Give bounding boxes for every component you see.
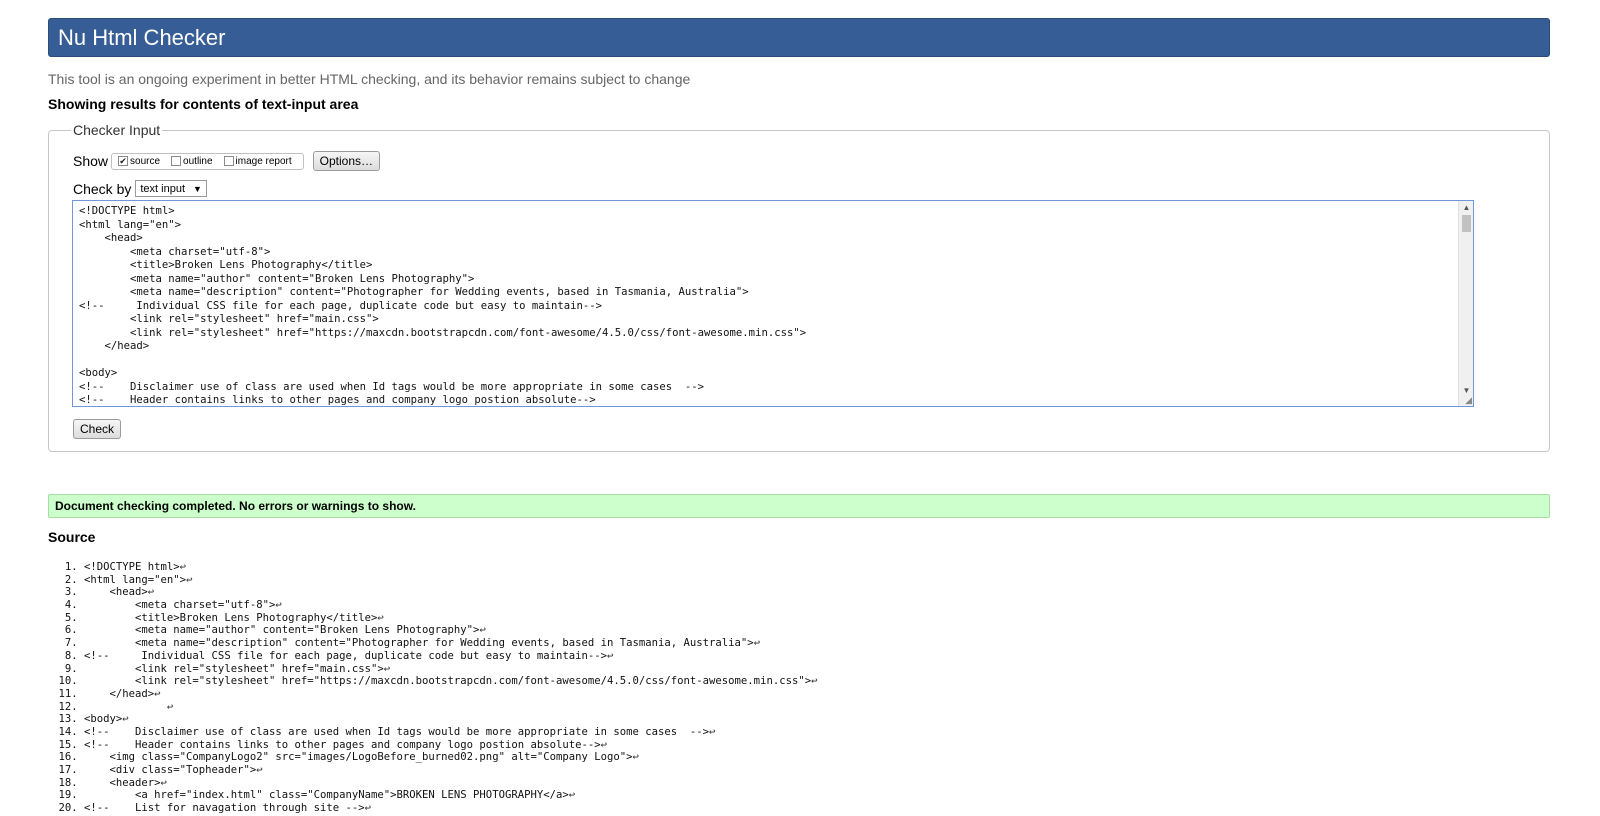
line-end-icon: ↩ [154,687,161,700]
source-line-text: <!-- Disclaimer use of class are used wh… [84,725,710,738]
dropdown-arrow-icon: ▼ [193,183,202,194]
image-report-checkbox[interactable] [223,156,234,166]
source-line: <a href="index.html" class="CompanyName"… [84,789,817,802]
options-button[interactable]: Options… [312,151,381,171]
line-end-icon: ↩ [811,675,818,688]
source-line: <!-- Disclaimer use of class are used wh… [84,726,817,739]
results-heading: Showing results for contents of text-inp… [48,96,359,112]
source-line-text: <meta charset="utf-8"> [84,599,276,612]
line-end-icon: ↩ [753,637,761,650]
tool-notice: This tool is an ongoing experiment in be… [48,71,691,87]
page-title: Nu Html Checker [58,25,226,50]
source-line-text: <img class="CompanyLogo2" src="images/Lo… [84,751,633,764]
source-line: <!-- Individual CSS file for each page, … [84,650,817,663]
source-line: <img class="CompanyLogo2" src="images/Lo… [84,751,817,764]
resize-grip-icon[interactable]: ◢ [1465,396,1472,405]
source-heading: Source [48,529,96,545]
textarea-content[interactable]: <!DOCTYPE html> <html lang="en"> <head> … [73,201,1473,406]
source-line: <title>Broken Lens Photography</title>↩ [84,612,817,625]
source-line: <header>↩ [84,777,817,790]
source-line-text: <a href="index.html" class="CompanyName"… [84,789,569,802]
source-line-text: <!-- Individual CSS file for each page, … [84,649,607,662]
source-line: <div class="Topheader">↩ [84,764,817,777]
source-line-text: <header> [84,776,161,789]
source-checkbox[interactable]: ✔ [118,156,129,166]
line-end-icon: ↩ [179,561,187,573]
show-options-row: Show ✔ source outline image report Optio… [73,150,381,172]
line-end-icon: ↩ [275,599,282,612]
source-line-text: <!DOCTYPE html> [84,561,180,573]
source-line-text: <html lang="en"> [84,573,187,586]
scrollbar-thumb[interactable] [1462,215,1471,232]
checker-input-legend: Checker Input [73,122,161,138]
scroll-up-arrow-icon[interactable]: ▲ [1459,201,1473,215]
source-line: <meta charset="utf-8">↩ [84,599,817,612]
source-line-text: <link rel="stylesheet" href="main.css"> [84,662,384,675]
line-end-icon: ↩ [383,662,391,675]
line-end-icon: ↩ [186,573,193,586]
source-textarea[interactable]: <!DOCTYPE html> <html lang="en"> <head> … [72,200,1474,407]
source-line-text [84,701,167,713]
line-end-icon: ↩ [160,776,167,789]
source-line-text: <!-- Header contains links to other page… [84,738,601,751]
outline-checkbox[interactable] [171,156,182,166]
show-options-group: ✔ source outline image report [111,152,304,170]
source-line-text: </head> [84,687,155,700]
line-end-icon: ↩ [632,751,639,764]
source-line-text: <link rel="stylesheet" href="https://max… [84,675,812,688]
source-line-text: <body> [84,713,123,726]
source-line-text: <head> [84,586,148,599]
check-by-select[interactable]: text input ▼ [135,180,207,197]
check-by-row: Check by text input ▼ [73,180,207,197]
page-title-bar: Nu Html Checker [48,18,1550,57]
line-end-icon: ↩ [607,649,614,662]
source-line: <head>↩ [84,586,817,599]
line-end-icon: ↩ [122,713,129,726]
source-line-text: <meta name="description" content="Photog… [84,637,754,650]
source-line-text: <!-- List for navagation through site --… [84,802,365,815]
line-end-icon: ↩ [600,738,608,751]
line-end-icon: ↩ [479,624,486,637]
line-end-icon: ↩ [166,700,174,713]
success-message: Document checking completed. No errors o… [48,494,1550,518]
line-end-icon: ↩ [568,789,576,802]
source-line: <!-- List for navagation through site --… [84,802,817,815]
source-line: <link rel="stylesheet" href="https://max… [84,675,817,688]
line-end-icon: ↩ [364,802,372,815]
source-listing: <!DOCTYPE html>↩<html lang="en">↩ <head>… [48,561,817,815]
source-line: <!-- Header contains links to other page… [84,739,817,752]
source-line: <body>↩ [84,713,817,726]
source-line: ↩ [84,701,817,714]
check-by-value: text input [140,182,185,195]
source-line: <meta name="description" content="Photog… [84,637,817,650]
source-line: <!DOCTYPE html>↩ [84,561,817,574]
line-end-icon: ↩ [709,725,716,738]
outline-checkbox-label[interactable]: outline [183,156,212,167]
line-end-icon: ↩ [256,764,263,776]
check-by-label: Check by [73,180,132,197]
textarea-scrollbar[interactable]: ▲ ▼ [1458,201,1473,406]
source-checkbox-label[interactable]: source [130,156,160,167]
source-line-text: <div class="Topheader"> [84,764,257,776]
source-line-text: <meta name="author" content="Broken Lens… [84,624,480,637]
check-button[interactable]: Check [73,419,122,439]
image-report-checkbox-label[interactable]: image report [236,156,292,167]
line-end-icon: ↩ [377,611,384,624]
source-line: <link rel="stylesheet" href="main.css">↩ [84,663,817,676]
line-end-icon: ↩ [147,586,155,599]
source-line: <html lang="en">↩ [84,574,817,587]
source-line: <meta name="author" content="Broken Lens… [84,624,817,637]
source-line: </head>↩ [84,688,817,701]
source-line-text: <title>Broken Lens Photography</title> [84,611,378,624]
show-label: Show [73,153,109,169]
